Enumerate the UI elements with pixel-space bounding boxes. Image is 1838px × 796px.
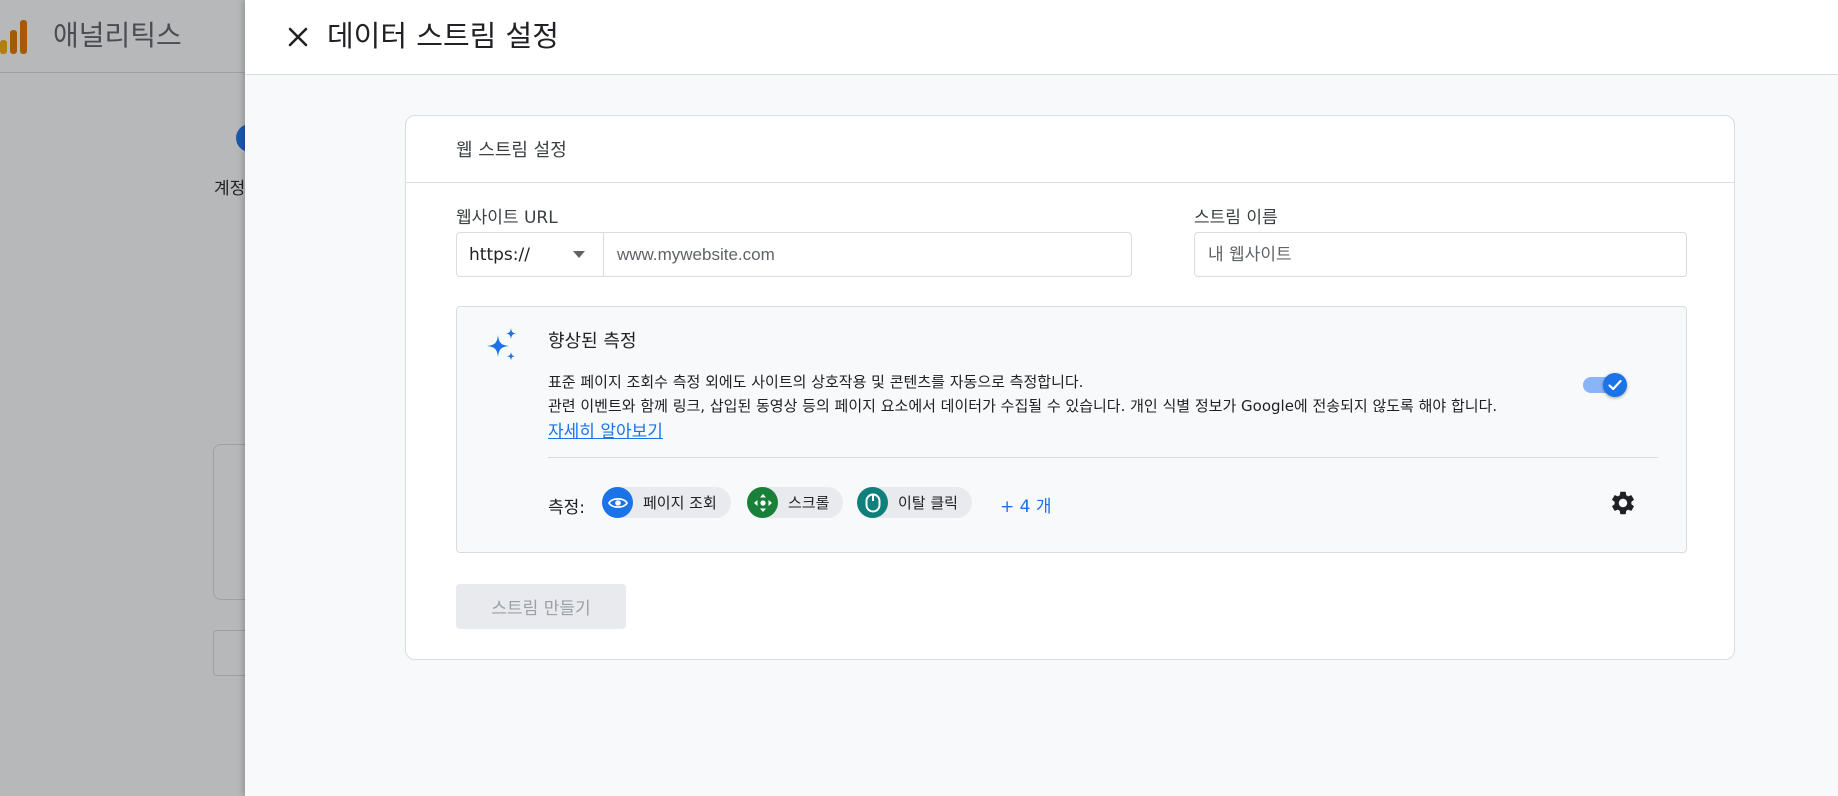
protocol-select[interactable]: https:// [457,233,604,276]
eye-icon [602,487,633,518]
card-header: 웹 스트림 설정 [406,116,1734,183]
web-stream-card: 웹 스트림 설정 웹사이트 URL https:// 스트림 이름 향상된 측정… [405,115,1735,660]
panel-title: 데이터 스트림 설정 [327,19,559,53]
url-label: 웹사이트 URL [456,208,558,228]
chip-scroll[interactable]: 스크롤 [747,487,844,518]
learn-more-link[interactable]: 자세히 알아보기 [548,417,663,442]
enhanced-measurement-description: 표준 페이지 조회수 측정 외에도 사이트의 상호작용 및 콘텐츠를 자동으로 … [548,370,1568,418]
chip-label: 페이지 조회 [643,494,717,512]
enhanced-measurement-title: 향상된 측정 [548,331,637,352]
gear-icon [1612,491,1634,515]
close-button[interactable] [281,20,315,54]
mouse-icon [857,487,888,518]
enhanced-measurement-section: 향상된 측정 표준 페이지 조회수 측정 외에도 사이트의 상호작용 및 콘텐츠… [456,306,1687,553]
dropdown-arrow-icon [573,250,585,258]
chip-outbound-click[interactable]: 이탈 클릭 [857,487,972,518]
chip-page-views[interactable]: 페이지 조회 [602,487,731,518]
stream-name-input[interactable] [1194,232,1687,277]
settings-button[interactable] [1608,488,1638,518]
url-input[interactable] [604,233,1131,276]
description-line-1: 표준 페이지 조회수 측정 외에도 사이트의 상호작용 및 콘텐츠를 자동으로 … [548,373,1084,391]
panel-header: 데이터 스트림 설정 [245,0,1838,75]
create-stream-button[interactable]: 스트림 만들기 [456,584,626,629]
section-divider [548,457,1658,458]
enhanced-measurement-toggle[interactable] [1583,373,1629,397]
chip-label: 이탈 클릭 [898,494,958,512]
url-field: https:// [456,232,1132,277]
toggle-knob [1603,373,1627,397]
check-icon [1608,379,1622,391]
more-measurements-link[interactable]: + 4 개 [1000,492,1052,517]
chip-label: 스크롤 [788,494,830,512]
card-title: 웹 스트림 설정 [456,140,567,161]
protocol-value: https:// [469,244,530,265]
stream-name-label: 스트림 이름 [1194,208,1278,228]
close-icon [288,27,308,47]
sparkle-icon [487,328,516,361]
scroll-icon [747,487,778,518]
measurement-label: 측정: [548,498,586,518]
data-stream-panel: 데이터 스트림 설정 웹 스트림 설정 웹사이트 URL https:// 스트… [245,0,1838,796]
description-line-2: 관련 이벤트와 함께 링크, 삽입된 동영상 등의 페이지 요소에서 데이터가 … [548,397,1498,415]
